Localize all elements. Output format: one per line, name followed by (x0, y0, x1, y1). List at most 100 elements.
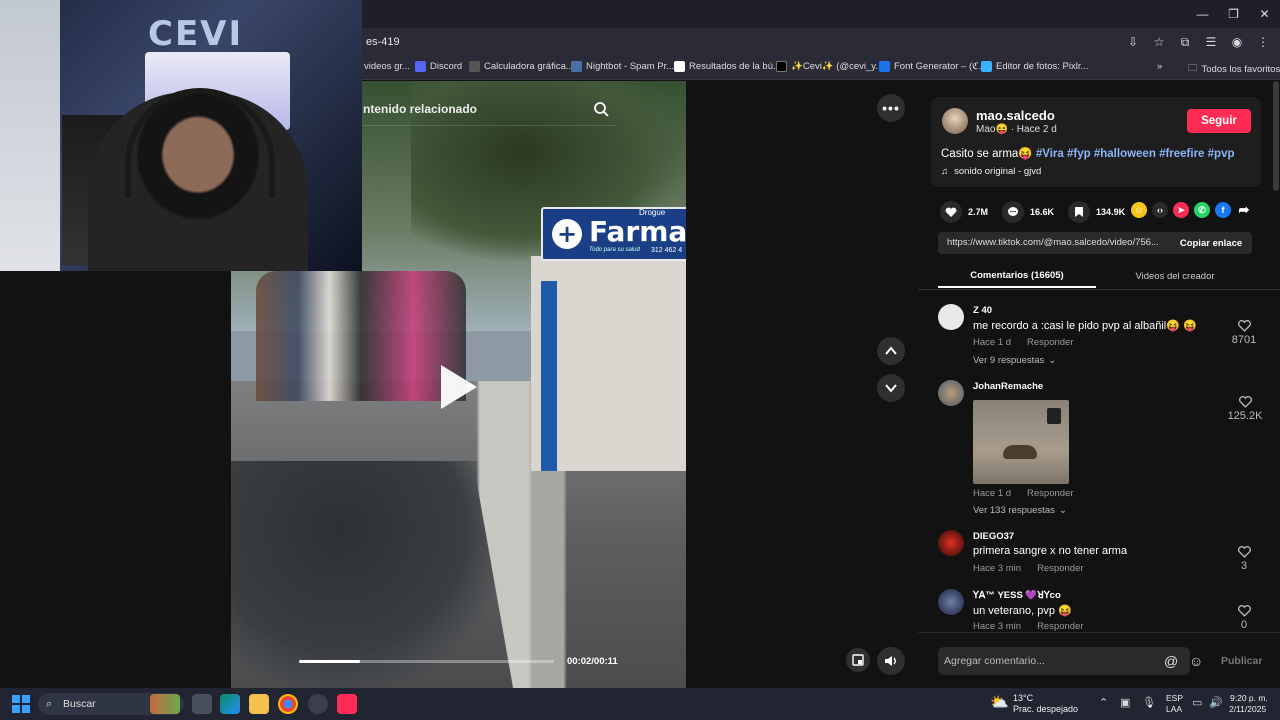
bookmark-1[interactable]: Discord (415, 61, 462, 72)
bookmarks-overflow-chevron-icon[interactable]: » (1157, 61, 1162, 72)
display-icon[interactable]: ▭ (1192, 696, 1202, 709)
view-replies-link[interactable]: Ver 133 respuestas ⌄ (973, 505, 1067, 516)
comment-avatar[interactable] (938, 530, 964, 556)
pharmacy-sign-text: Farma (589, 215, 686, 248)
search-highlight-icon[interactable] (150, 694, 180, 714)
weather-temp[interactable]: 13°C (1013, 693, 1033, 703)
comment-avatar[interactable] (938, 380, 964, 406)
comment-author[interactable]: DIEGO37 (973, 531, 1014, 542)
hashtag-link[interactable]: #Vira (1036, 148, 1064, 160)
close-window-button[interactable]: ✕ (1249, 0, 1280, 28)
hashtag-link[interactable]: #halloween (1094, 148, 1156, 160)
bookmark-7[interactable]: Editor de fotos: Pixlr... (981, 61, 1088, 72)
more-options-button[interactable]: ••• (877, 94, 905, 122)
video-progress-bar[interactable] (299, 660, 554, 663)
extensions-icon[interactable]: ⧉ (1174, 32, 1196, 52)
hashtag-link[interactable]: #freefire (1159, 148, 1204, 160)
previous-video-button[interactable] (877, 337, 905, 365)
bookmark-star-icon[interactable]: ☆ (1148, 32, 1170, 52)
taskbar-search-text[interactable]: Buscar (63, 698, 96, 710)
whatsapp-icon[interactable]: ✆ (1194, 202, 1210, 218)
comment-like[interactable]: 8701 (1224, 320, 1264, 346)
comment-like[interactable]: 3 (1224, 546, 1264, 572)
font-generator-icon (879, 61, 890, 72)
volume-button[interactable] (877, 647, 905, 675)
play-icon[interactable] (441, 365, 477, 409)
copy-link-button[interactable]: Copiar enlace (1170, 232, 1252, 254)
save-button[interactable] (1068, 201, 1091, 223)
comment-like[interactable]: 0 (1224, 605, 1264, 631)
emoji-icon[interactable]: ☺ (1189, 653, 1203, 669)
windows-start-icon[interactable] (12, 695, 30, 713)
picture-in-picture-button[interactable] (846, 648, 870, 672)
tray-chevron-up-icon[interactable]: ⌃ (1099, 696, 1108, 709)
next-video-button[interactable] (877, 374, 905, 402)
author-avatar[interactable] (942, 108, 968, 134)
tiktok-app-icon[interactable] (337, 694, 357, 714)
friends-share-icon[interactable]: ☺ (1131, 202, 1147, 218)
sound-link[interactable]: ♫ sonido original - gjvd (941, 166, 1041, 177)
pharmacy-sign: + Drogue Farma Todo para su salud 312 46… (541, 207, 686, 261)
search-icon[interactable] (593, 101, 609, 117)
reply-link[interactable]: Responder (1027, 337, 1073, 348)
comment-button[interactable] (1002, 201, 1025, 223)
restore-button[interactable]: ❐ (1218, 0, 1249, 28)
comment-author[interactable]: Z 40 (973, 305, 992, 316)
embed-code-icon[interactable]: ‹› (1152, 202, 1168, 218)
speaker-icon[interactable]: 🔊 (1209, 696, 1223, 709)
like-button[interactable] (940, 201, 962, 223)
weather-condition[interactable]: Prac. despejado (1013, 704, 1078, 714)
bookmark-4[interactable]: Resultados de la bú... (674, 61, 781, 72)
video-link-url[interactable]: https://www.tiktok.com/@mao.salcedo/vide… (947, 237, 1159, 248)
comment-author[interactable]: JohanRemache (973, 381, 1043, 392)
bookmark-3[interactable]: Nightbot - Spam Pr... (571, 61, 674, 72)
comment-avatar[interactable] (938, 304, 964, 330)
file-explorer-icon[interactable] (249, 694, 269, 714)
obs-icon[interactable] (308, 694, 328, 714)
profile-avatar-icon[interactable]: ◉ (1226, 32, 1248, 52)
bookmark-2[interactable]: Calculadora gráfica... (469, 61, 574, 72)
browser-menu-icon[interactable]: ⋮ (1252, 32, 1274, 52)
tab-comments[interactable]: Comentarios (16605) (938, 264, 1096, 288)
hashtag-link[interactable]: #fyp (1067, 148, 1091, 160)
hashtag-link[interactable]: #pvp (1208, 148, 1235, 160)
minimize-button[interactable]: — (1187, 0, 1218, 28)
network-app-icon[interactable]: ▣ (1120, 696, 1130, 709)
mention-icon[interactable]: @ (1164, 653, 1178, 669)
follow-button[interactable]: Seguir (1187, 109, 1251, 133)
all-bookmarks[interactable]: 🗀 Todos los favoritos (1188, 61, 1280, 77)
task-view-icon[interactable] (192, 694, 212, 714)
url-text[interactable]: es-419 (366, 36, 400, 48)
author-username[interactable]: mao.salcedo (976, 108, 1055, 123)
comment-author[interactable]: ꓬꓮ™ YESS 💜ꓤꓬco (973, 590, 1061, 601)
tab-search-icon[interactable]: ☰ (1200, 32, 1222, 52)
facebook-icon[interactable]: f (1215, 202, 1231, 218)
tab-creator-videos[interactable]: Videos del creador (1096, 264, 1254, 288)
clock-time[interactable]: 9:20 p. m. (1230, 693, 1268, 703)
view-replies-link[interactable]: Ver 9 respuestas ⌄ (973, 355, 1056, 366)
bookmark-5[interactable]: ✨Cevi✨ (@cevi_y... (776, 61, 883, 72)
reply-link[interactable]: Responder (1027, 488, 1073, 499)
comment-like[interactable]: 125.2K (1224, 396, 1266, 422)
comment-input-placeholder[interactable]: Agregar comentario... (944, 655, 1045, 667)
install-app-icon[interactable]: ⇩ (1122, 32, 1144, 52)
comment-like-count: 125.2K (1227, 410, 1263, 422)
bookmark-6[interactable]: Font Generator – (ℭ... (879, 61, 987, 72)
clock-date[interactable]: 2/11/2025 (1229, 704, 1266, 714)
weather-icon[interactable]: ⛅ (990, 693, 1009, 711)
reply-link[interactable]: Responder (1037, 563, 1083, 574)
microphone-icon[interactable]: 🎙 (1142, 696, 1156, 709)
bookmark-0[interactable]: videos gr... (364, 61, 410, 72)
publish-button[interactable]: Publicar (1221, 655, 1262, 667)
send-message-icon[interactable]: ➤ (1173, 202, 1189, 218)
chrome-icon[interactable] (278, 694, 298, 714)
language-indicator[interactable]: ESP (1166, 693, 1183, 703)
related-search-text[interactable]: ntenido relacionado (363, 102, 477, 116)
comment-sticker-image[interactable] (973, 400, 1069, 484)
share-arrow-icon[interactable]: ➦ (1236, 202, 1252, 218)
reply-link[interactable]: Responder (1037, 621, 1083, 632)
edge-icon[interactable] (220, 694, 240, 714)
panel-scrollbar[interactable] (1273, 81, 1279, 191)
comment-avatar[interactable] (938, 589, 964, 615)
keyboard-layout-indicator[interactable]: LAA (1166, 704, 1182, 714)
